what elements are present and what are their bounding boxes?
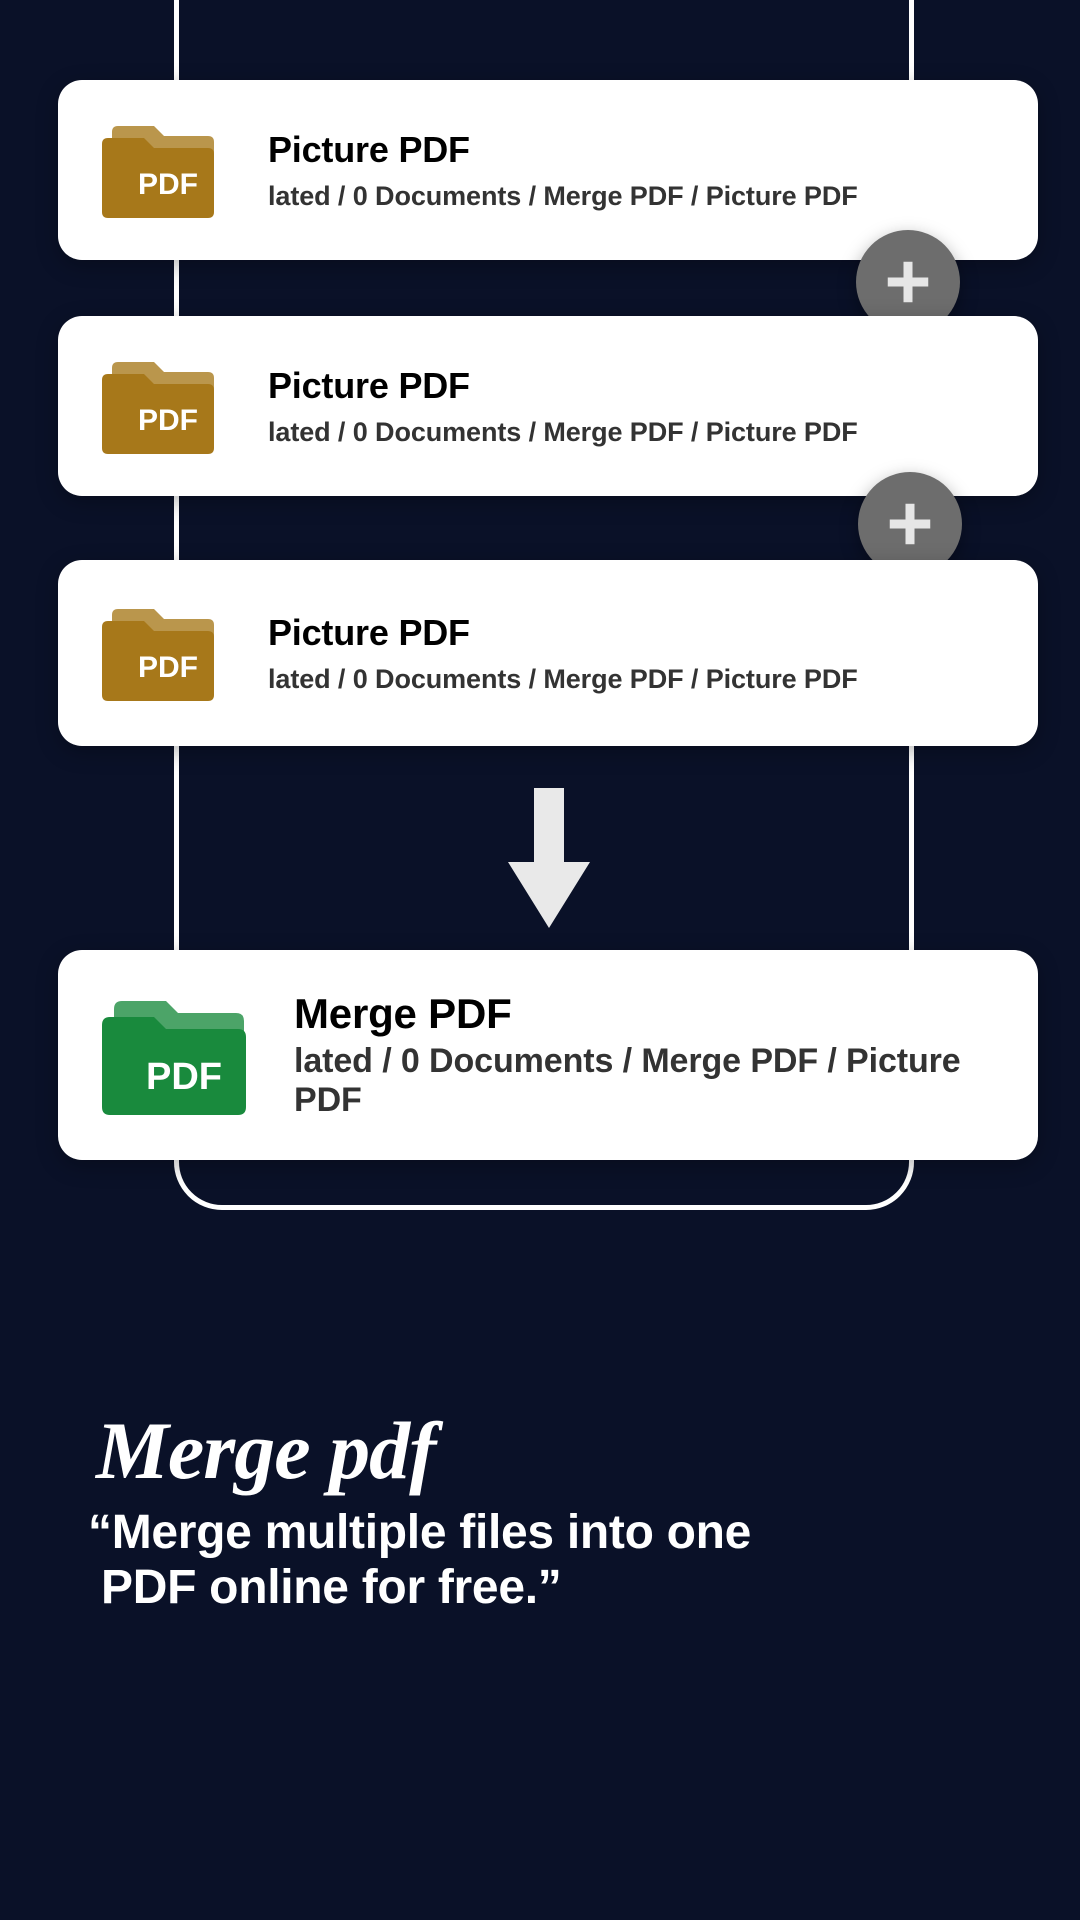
pdf-folder-icon: PDF: [98, 356, 218, 456]
svg-text:PDF: PDF: [146, 1056, 222, 1098]
card-text: Merge PDF lated / 0 Documents / Merge PD…: [294, 990, 998, 1120]
pdf-folder-icon: PDF: [98, 120, 218, 220]
card-subtitle: lated / 0 Documents / Merge PDF / Pictur…: [268, 664, 858, 695]
card-title: Picture PDF: [268, 129, 858, 171]
source-pdf-card[interactable]: PDF Picture PDF lated / 0 Documents / Me…: [58, 316, 1038, 496]
card-subtitle: lated / 0 Documents / Merge PDF / Pictur…: [268, 417, 858, 448]
card-text: Picture PDF lated / 0 Documents / Merge …: [268, 365, 858, 448]
pdf-folder-icon: PDF: [98, 603, 218, 703]
svg-text:PDF: PDF: [138, 651, 198, 684]
card-title: Merge PDF: [294, 990, 998, 1038]
page-subheadline: “Merge multiple files into one PDF onlin…: [88, 1505, 751, 1615]
svg-text:PDF: PDF: [138, 168, 198, 201]
arrow-down-icon: [504, 788, 594, 928]
plus-icon: [881, 255, 935, 309]
card-text: Picture PDF lated / 0 Documents / Merge …: [268, 129, 858, 212]
svg-text:PDF: PDF: [138, 404, 198, 437]
merged-pdf-card[interactable]: PDF Merge PDF lated / 0 Documents / Merg…: [58, 950, 1038, 1160]
card-title: Picture PDF: [268, 365, 858, 407]
card-text: Picture PDF lated / 0 Documents / Merge …: [268, 612, 858, 695]
page-headline: Merge pdf: [96, 1404, 435, 1498]
card-title: Picture PDF: [268, 612, 858, 654]
pdf-folder-icon: PDF: [98, 995, 248, 1115]
plus-icon: [883, 497, 937, 551]
card-subtitle: lated / 0 Documents / Merge PDF / Pictur…: [294, 1042, 998, 1120]
source-pdf-card[interactable]: PDF Picture PDF lated / 0 Documents / Me…: [58, 560, 1038, 746]
card-subtitle: lated / 0 Documents / Merge PDF / Pictur…: [268, 181, 858, 212]
